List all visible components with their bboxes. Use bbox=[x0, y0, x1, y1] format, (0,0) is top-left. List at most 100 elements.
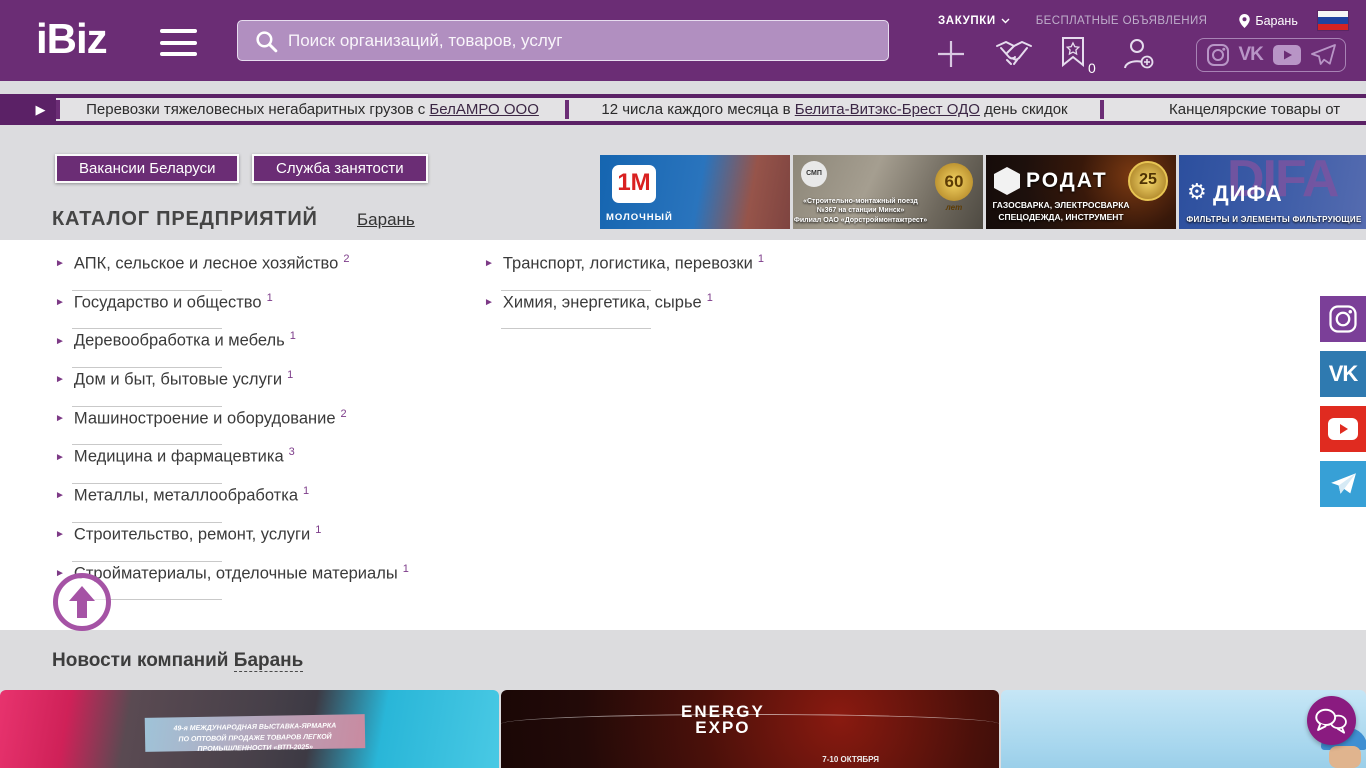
news-section-title: Новости компаний Барань bbox=[52, 650, 304, 672]
category-count: 1 bbox=[266, 291, 273, 304]
triangle-bullet-icon: ► bbox=[55, 335, 65, 347]
catalog-column-right: ► Транспорт, логистика, перевозки 1 ► Химия… bbox=[484, 253, 884, 330]
face-shape bbox=[1329, 746, 1361, 768]
location-pin-icon bbox=[1239, 14, 1251, 28]
ticker-item: 12 числа каждого месяца в Белита-Витэкс-… bbox=[601, 101, 1068, 118]
vk-button[interactable]: VK bbox=[1320, 351, 1366, 397]
category-apk[interactable]: ► АПК, сельское и лесное хозяйство 2 bbox=[55, 253, 455, 292]
category-medicine[interactable]: ► Медицина и фармацевтика 3 bbox=[55, 446, 455, 485]
banner-smp-logo: СМП bbox=[801, 161, 827, 187]
search-input[interactable] bbox=[288, 21, 878, 60]
ticker-link-belamro[interactable]: БелАМРО ООО bbox=[429, 101, 538, 118]
employment-service-button[interactable]: Служба занятости bbox=[252, 154, 428, 183]
news-ticker: ▶ Перевозки тяжеловесных негабаритных гр… bbox=[0, 94, 1366, 125]
header-social-links: VK bbox=[1196, 38, 1346, 72]
category-building-materials[interactable]: ► Стройматериалы, отделочные материалы 1 bbox=[55, 563, 455, 602]
category-government[interactable]: ► Государство и общество 1 bbox=[55, 292, 455, 331]
triangle-bullet-icon: ► bbox=[55, 297, 65, 309]
gear-icon: ⚙ bbox=[1187, 179, 1207, 204]
site-header: iBiz ЗАКУПКИ БЕСПЛАТНЫЕ ОБЪЯВЛЕНИЯ Баран… bbox=[0, 0, 1366, 81]
ticker-play-button[interactable]: ▶ bbox=[25, 94, 56, 125]
triangle-bullet-icon: ► bbox=[55, 567, 65, 579]
catalog-header-zone: Вакансии Беларуси Служба занятости КАТАЛ… bbox=[0, 125, 1366, 240]
category-transport[interactable]: ► Транспорт, логистика, перевозки 1 bbox=[484, 253, 884, 292]
register-user-button[interactable] bbox=[1122, 37, 1156, 76]
category-machinery[interactable]: ► Машиностроение и оборудование 2 bbox=[55, 408, 455, 447]
category-count: 2 bbox=[340, 407, 347, 420]
category-woodworking[interactable]: ► Деревообработка и мебель 1 bbox=[55, 330, 455, 369]
catalog-column-left: ► АПК, сельское и лесное хозяйство 2 ► Госу… bbox=[55, 253, 455, 601]
header-top-nav: ЗАКУПКИ БЕСПЛАТНЫЕ ОБЪЯВЛЕНИЯ Барань bbox=[938, 13, 1358, 29]
triangle-bullet-icon: ► bbox=[55, 490, 65, 502]
category-count: 2 bbox=[343, 253, 350, 265]
youtube-icon bbox=[1328, 418, 1358, 440]
procurement-menu[interactable]: ЗАКУПКИ bbox=[938, 15, 1010, 27]
search-icon bbox=[254, 29, 279, 59]
favorites-count-badge: 0 bbox=[1088, 59, 1096, 76]
category-count: 1 bbox=[402, 562, 409, 575]
ad-banner-difa[interactable]: DIFA ⚙ ДИФА ФИЛЬТРЫ И ЭЛЕМЕНТЫ ФИЛЬТРУЮЩ… bbox=[1179, 155, 1366, 229]
category-metals[interactable]: ► Металлы, металлообработка 1 bbox=[55, 485, 455, 524]
social-rail: VK bbox=[1320, 296, 1366, 516]
news-photo-strip: 49-я МЕЖДУНАРОДНАЯ ВЫСТАВКА-ЯРМАРКА ПО О… bbox=[0, 690, 1366, 768]
add-company-button[interactable] bbox=[935, 38, 967, 75]
ticker-item: Перевозки тяжеловесных негабаритных груз… bbox=[86, 101, 539, 118]
news-city-link[interactable]: Барань bbox=[233, 650, 304, 672]
vacancies-button[interactable]: Вакансии Беларуси bbox=[55, 154, 240, 183]
category-chemistry[interactable]: ► Химия, энергетика, сырье 1 bbox=[484, 292, 884, 331]
user-add-icon bbox=[1123, 38, 1154, 68]
city-selector[interactable]: Барань bbox=[1239, 14, 1298, 28]
favorites-button[interactable]: 0 bbox=[1061, 36, 1096, 76]
plus-icon bbox=[938, 40, 964, 67]
chat-bubbles-icon bbox=[1314, 708, 1347, 734]
partners-button[interactable] bbox=[993, 38, 1035, 75]
youtube-icon[interactable] bbox=[1272, 44, 1302, 66]
category-count: 1 bbox=[706, 291, 713, 304]
vk-icon[interactable]: VK bbox=[1238, 44, 1263, 66]
ad-banner-smp367[interactable]: СМП 60 лет «Строительно-монтажный поезд №… bbox=[793, 155, 983, 229]
search-bar[interactable] bbox=[237, 20, 889, 61]
catalog-title: КАТАЛОГ ПРЕДПРИЯТИЙ bbox=[52, 208, 318, 230]
ad-banner-molochny[interactable]: 1М МОЛОЧНЫЙ bbox=[600, 155, 790, 229]
ticker-item: Канцелярские товары от bbox=[1169, 101, 1341, 118]
news-photo-exhibition[interactable]: 49-я МЕЖДУНАРОДНАЯ ВЫСТАВКА-ЯРМАРКА ПО О… bbox=[0, 690, 499, 768]
telegram-icon[interactable] bbox=[1310, 43, 1337, 67]
company-news-section: Новости компаний Барань bbox=[0, 630, 1366, 690]
category-count: 1 bbox=[287, 369, 294, 382]
header-action-icons: 0 bbox=[935, 36, 1185, 76]
ticker-strip: Перевозки тяжеловесных негабаритных груз… bbox=[56, 98, 1366, 121]
triangle-bullet-icon: ► bbox=[484, 258, 494, 270]
category-construction[interactable]: ► Строительство, ремонт, услуги 1 bbox=[55, 524, 455, 563]
category-count: 1 bbox=[757, 253, 764, 265]
chat-widget-button[interactable] bbox=[1307, 696, 1356, 745]
banner-60-years-badge: 60 лет bbox=[935, 163, 973, 212]
instagram-icon bbox=[1329, 305, 1357, 333]
catalog-panel: ► АПК, сельское и лесное хозяйство 2 ► Госу… bbox=[0, 240, 1366, 630]
banner-25-years-badge: 25 bbox=[1128, 161, 1168, 201]
language-flag-russia[interactable] bbox=[1318, 11, 1348, 30]
handshake-icon bbox=[996, 40, 1032, 65]
triangle-bullet-icon: ► bbox=[55, 529, 65, 541]
telegram-button[interactable] bbox=[1320, 461, 1366, 507]
site-logo[interactable]: iBiz bbox=[36, 14, 108, 64]
ticker-link-belita[interactable]: Белита-Витэкс-Брест ОДО bbox=[795, 101, 980, 118]
category-count: 1 bbox=[315, 523, 322, 536]
bookmark-star-icon bbox=[1062, 36, 1084, 67]
ad-banner-rodat[interactable]: РОДАТ 25 ГАЗОСВАРКА, ЭЛЕКТРОСВАРКА СПЕЦОД… bbox=[986, 155, 1176, 229]
hamburger-menu-icon[interactable] bbox=[160, 29, 197, 56]
category-household[interactable]: ► Дом и быт, бытовые услуги 1 bbox=[55, 369, 455, 408]
catalog-city-link[interactable]: Барань bbox=[357, 210, 415, 230]
arrow-up-icon bbox=[69, 586, 95, 618]
ad-banner-row: 1М МОЛОЧНЫЙ СМП 60 лет «Строительно-монта… bbox=[600, 155, 1366, 229]
scroll-to-top-button[interactable] bbox=[53, 573, 111, 631]
instagram-icon[interactable] bbox=[1206, 43, 1230, 67]
telegram-icon bbox=[1331, 473, 1356, 494]
category-count: 3 bbox=[288, 446, 295, 459]
chevron-down-icon bbox=[1001, 18, 1010, 24]
vk-icon: VK bbox=[1328, 361, 1359, 386]
news-photo-energy-expo[interactable]: ENERGY EXPO 7-10 ОКТЯБРЯ bbox=[501, 690, 999, 768]
free-ads-link[interactable]: БЕСПЛАТНЫЕ ОБЪЯВЛЕНИЯ bbox=[1036, 15, 1208, 27]
youtube-button[interactable] bbox=[1320, 406, 1366, 452]
instagram-button[interactable] bbox=[1320, 296, 1366, 342]
triangle-bullet-icon: ► bbox=[55, 258, 65, 270]
